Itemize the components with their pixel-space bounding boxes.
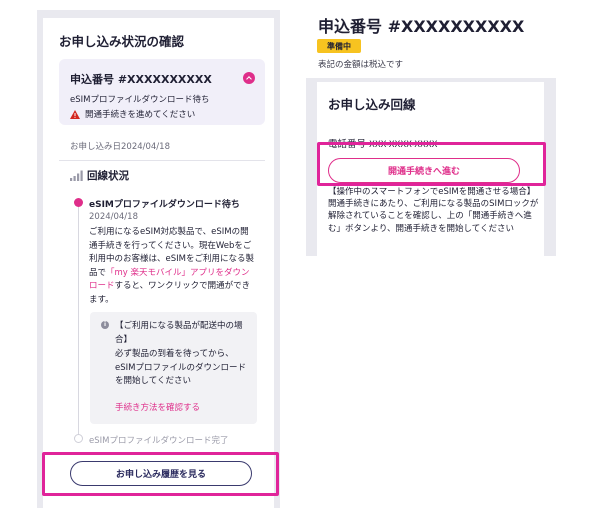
status-badge-label: 準備中 bbox=[327, 41, 351, 51]
card-title: お申し込み回線 bbox=[328, 97, 416, 112]
right-phone-panel: 申込番号 #XXXXXXXXXX 準備中 表記の金額は税込です お申し込み回線 … bbox=[306, 10, 556, 256]
order-summary-box: 申込番号 #XXXXXXXXXX eSIMプロファイルダウンロード待ち 開通手続… bbox=[59, 59, 265, 125]
timeline-dot-active bbox=[74, 198, 83, 207]
timeline-dot-pending bbox=[74, 434, 83, 443]
order-number-large: 申込番号 #XXXXXXXXXX bbox=[318, 17, 525, 36]
chevron-up-icon[interactable] bbox=[243, 72, 255, 84]
phone-number-row: 電話番号 XXX-XXXX-XXXX bbox=[328, 132, 438, 151]
shipping-notice-box: i 【ご利用になる製品が配送中の場合】 必ず製品の到着を待ってから、eSIMプロ… bbox=[90, 312, 257, 424]
proceed-activation-button-label: 開通手続きへ進む bbox=[387, 167, 460, 177]
current-step-title: eSIMプロファイルダウンロード待ち bbox=[89, 200, 240, 210]
line-status-header: 回線状況 bbox=[70, 168, 129, 183]
divider bbox=[59, 160, 265, 161]
apply-date: お申し込み日2024/04/18 bbox=[70, 142, 170, 152]
signal-bars-icon bbox=[70, 170, 83, 181]
timeline-track bbox=[78, 206, 79, 436]
phone-number-label: 電話番号 bbox=[328, 139, 367, 150]
notice-body: 必ず製品の到着を待ってから、eSIMプロファイルのダウンロードを開始してください bbox=[115, 349, 246, 387]
alert-text: 開通手続きを進めてください bbox=[85, 110, 196, 120]
proceed-activation-button[interactable]: 開通手続きへ進む bbox=[328, 158, 520, 183]
next-step-label: eSIMプロファイルダウンロード完了 bbox=[89, 436, 229, 446]
tax-note: 表記の金額は税込です bbox=[318, 60, 404, 70]
section-title: お申し込み状況の確認 bbox=[59, 34, 185, 49]
activation-instructions: 【操作中のスマートフォンでeSIMを開通させる場合】開通手続きにあたり、ご利用に… bbox=[328, 187, 539, 234]
current-step-date: 2024/04/18 bbox=[89, 212, 138, 222]
phone-number-value: XXX-XXXX-XXXX bbox=[369, 140, 438, 150]
status-badge: 準備中 bbox=[317, 39, 361, 53]
order-header: 申込番号 #XXXXXXXXXX 準備中 表記の金額は税込です bbox=[306, 10, 556, 78]
order-number: 申込番号 #XXXXXXXXXX bbox=[70, 73, 212, 86]
alert-row: 開通手続きを進めてください bbox=[70, 108, 195, 120]
info-icon: i bbox=[101, 321, 109, 329]
line-status-label: 回線状況 bbox=[87, 170, 129, 182]
current-step-description: ご利用になるeSIM対応製品で、eSIMの開通手続きを行ってください。現在Web… bbox=[89, 226, 257, 308]
procedure-link[interactable]: 手続き方法を確認する bbox=[115, 401, 200, 413]
view-history-button[interactable]: お申し込み履歴を見る bbox=[70, 461, 252, 486]
view-history-button-label: お申し込み履歴を見る bbox=[115, 470, 206, 480]
application-line-card: お申し込み回線 電話番号 XXX-XXXX-XXXX 開通手続きへ進む 【操作中の… bbox=[317, 82, 544, 256]
notice-title: 【ご利用になる製品が配送中の場合】 bbox=[115, 321, 243, 345]
warning-icon bbox=[70, 109, 80, 119]
order-state: eSIMプロファイルダウンロード待ち bbox=[70, 95, 210, 105]
